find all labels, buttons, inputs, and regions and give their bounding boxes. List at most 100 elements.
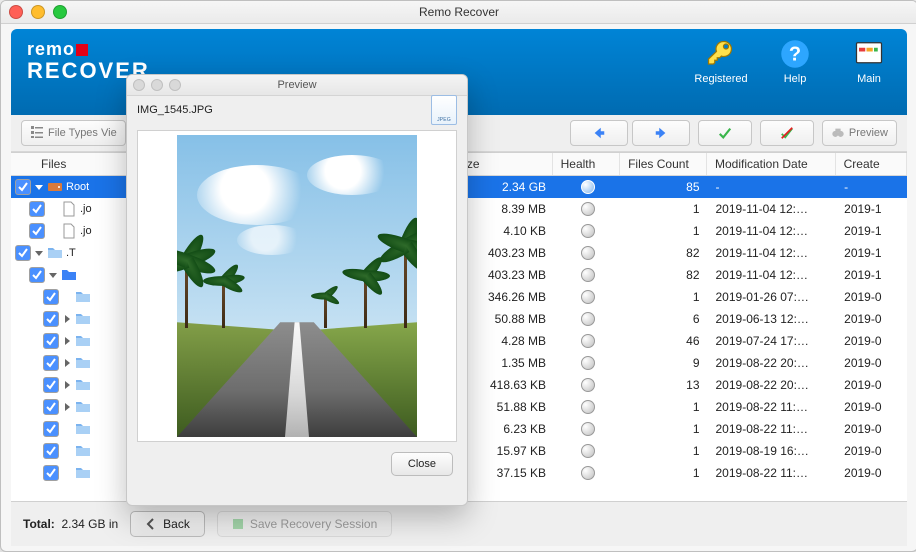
tree-row[interactable] [11, 352, 139, 374]
health-dot-icon [581, 378, 595, 392]
disclosure-triangle-icon[interactable] [34, 183, 44, 191]
checkbox[interactable] [15, 179, 31, 195]
cell-files-count: 85 [621, 180, 708, 194]
preview-minimize-icon[interactable] [151, 79, 163, 91]
preview-zoom-icon[interactable] [169, 79, 181, 91]
col-files-count[interactable]: Files Count [620, 153, 707, 175]
cell-create-date: - [836, 180, 907, 194]
cell-health [554, 224, 621, 238]
back-button[interactable]: Back [130, 511, 205, 537]
nav-forward-button[interactable] [632, 120, 690, 146]
tree-row[interactable] [11, 396, 139, 418]
file-icon [61, 201, 77, 217]
col-health[interactable]: Health [553, 153, 620, 175]
disclosure-triangle-icon[interactable] [62, 359, 72, 367]
tree-row[interactable]: Root [11, 176, 139, 198]
close-window-icon[interactable] [9, 5, 23, 19]
preview-window: Preview IMG_1545.JPG [126, 74, 468, 506]
checkbox[interactable] [43, 289, 59, 305]
health-dot-icon [581, 202, 595, 216]
cell-files-count: 1 [621, 466, 708, 480]
checkbox[interactable] [43, 421, 59, 437]
checkbox[interactable] [43, 311, 59, 327]
checkbox[interactable] [29, 267, 45, 283]
checkbox[interactable] [43, 465, 59, 481]
disclosure-triangle-icon[interactable] [62, 337, 72, 345]
disclosure-triangle-icon[interactable] [48, 271, 58, 279]
cell-create-date: 2019-0 [836, 466, 907, 480]
nav-back-button[interactable] [570, 120, 628, 146]
tree-item-label: .jo [80, 203, 92, 215]
checkbox[interactable] [15, 245, 31, 261]
tree-row[interactable] [11, 440, 139, 462]
folder-icon [61, 267, 77, 283]
preview-close-button[interactable]: Close [391, 452, 453, 476]
help-button[interactable]: ? Help [769, 39, 821, 85]
cell-files-count: 82 [621, 246, 708, 260]
disclosure-triangle-icon[interactable] [62, 381, 72, 389]
preview-image [177, 135, 417, 437]
col-mod-date[interactable]: Modification Date [707, 153, 836, 175]
tree-row[interactable] [11, 462, 139, 484]
cell-files-count: 1 [621, 400, 708, 414]
tree-row[interactable] [11, 308, 139, 330]
preview-window-controls [133, 79, 181, 91]
health-dot-icon [581, 312, 595, 326]
help-icon: ? [780, 39, 810, 69]
cell-create-date: 2019-1 [836, 224, 907, 238]
save-recovery-session-button[interactable]: Save Recovery Session [217, 511, 392, 537]
checkbox[interactable] [43, 333, 59, 349]
folder-icon [75, 355, 91, 371]
health-dot-icon [581, 444, 595, 458]
footer: Total: 2.34 GB in Back Save Recovery Ses… [11, 502, 907, 546]
chevron-left-icon [145, 518, 157, 530]
tree-row[interactable] [11, 418, 139, 440]
minimize-window-icon[interactable] [31, 5, 45, 19]
col-create-date[interactable]: Create [836, 153, 907, 175]
cell-create-date: 2019-0 [836, 290, 907, 304]
cell-files-count: 9 [621, 356, 708, 370]
checkbox[interactable] [43, 355, 59, 371]
checkbox[interactable] [29, 223, 45, 239]
tree-row[interactable]: .T [11, 242, 139, 264]
health-dot-icon [581, 268, 595, 282]
disclosure-triangle-icon[interactable] [34, 249, 44, 257]
file-types-view-button[interactable]: File Types Vie [21, 120, 126, 146]
disclosure-triangle-icon[interactable] [62, 315, 72, 323]
cell-create-date: 2019-0 [836, 356, 907, 370]
drive-icon [47, 179, 63, 195]
zoom-window-icon[interactable] [53, 5, 67, 19]
preview-filename: IMG_1545.JPG [137, 104, 213, 116]
registered-button[interactable]: Registered [695, 39, 747, 85]
preview-close-icon[interactable] [133, 79, 145, 91]
checkbox[interactable] [43, 377, 59, 393]
main-button[interactable]: Main [843, 39, 895, 85]
unmark-button[interactable] [760, 120, 814, 146]
tree-row[interactable] [11, 374, 139, 396]
cell-health [554, 334, 621, 348]
checkbox[interactable] [43, 443, 59, 459]
disclosure-triangle-icon[interactable] [62, 403, 72, 411]
cell-mod-date: 2019-08-22 11:… [708, 422, 837, 436]
mark-button[interactable] [698, 120, 752, 146]
preview-button[interactable]: Preview [822, 120, 897, 146]
arrow-left-icon [592, 126, 606, 140]
jpeg-badge-icon [431, 95, 457, 125]
cell-mod-date: 2019-11-04 12:… [708, 246, 837, 260]
tree-row[interactable] [11, 286, 139, 308]
folder-icon [75, 333, 91, 349]
brand-square-icon [76, 44, 88, 56]
checkbox[interactable] [43, 399, 59, 415]
tree-row[interactable]: .jo [11, 198, 139, 220]
app-window: Remo Recover remo RECOVER Registered ? [0, 0, 916, 552]
file-icon [61, 223, 77, 239]
tree-row[interactable]: .jo [11, 220, 139, 242]
preview-close-label: Close [408, 458, 436, 470]
tree-row[interactable] [11, 264, 139, 286]
health-dot-icon [581, 290, 595, 304]
health-dot-icon [581, 180, 595, 194]
cell-mod-date: 2019-06-13 12:… [708, 312, 837, 326]
tree-row[interactable] [11, 330, 139, 352]
checkbox[interactable] [29, 201, 45, 217]
tree-pane: Files Root.jo.jo.T [11, 153, 140, 501]
